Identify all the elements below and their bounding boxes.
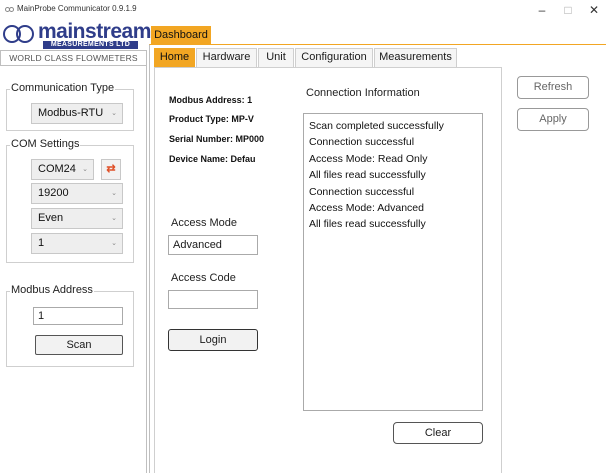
serial-number-info: Serial Number: MP000 bbox=[169, 134, 265, 144]
title-bar: MainProbe Communicator 0.9.1.9 – □ ✕ bbox=[0, 0, 606, 22]
chevron-down-icon: ⌄ bbox=[111, 190, 117, 197]
access-mode-label: Access Mode bbox=[171, 217, 238, 229]
connection-info-title: Connection Information bbox=[306, 87, 420, 99]
device-name-info: Device Name: Defau bbox=[169, 154, 256, 164]
log-line: Scan completed successfully bbox=[309, 120, 444, 132]
logo-rings-icon bbox=[3, 24, 37, 44]
modbus-address-info: Modbus Address: 1 bbox=[169, 95, 253, 105]
parity-value: Even bbox=[38, 212, 64, 224]
chevron-down-icon: ⌄ bbox=[111, 240, 117, 247]
minimize-button[interactable]: – bbox=[528, 0, 556, 22]
apply-button[interactable]: Apply bbox=[517, 108, 589, 131]
scan-button[interactable]: Scan bbox=[35, 335, 123, 355]
log-line: All files read successfully bbox=[309, 218, 426, 231]
close-button[interactable]: ✕ bbox=[580, 0, 606, 22]
modbus-address-label: Modbus Address bbox=[10, 284, 94, 296]
com-port-value: COM24 bbox=[38, 163, 76, 175]
stop-bits-value: 1 bbox=[38, 237, 45, 249]
log-line: Access Mode: Advanced bbox=[309, 202, 424, 215]
modbus-address-group bbox=[6, 291, 134, 367]
parity-select[interactable]: Even ⌄ bbox=[31, 208, 123, 229]
baud-rate-select[interactable]: 19200 ⌄ bbox=[31, 183, 123, 204]
tab-unit[interactable]: Unit bbox=[258, 48, 294, 67]
com-port-select[interactable]: COM24 ⌄ bbox=[31, 159, 94, 180]
communication-type-label: Communication Type bbox=[10, 82, 116, 94]
login-button[interactable]: Login bbox=[168, 329, 258, 351]
maximize-button[interactable]: □ bbox=[554, 0, 582, 22]
access-code-input[interactable] bbox=[168, 290, 258, 309]
product-type-info: Product Type: MP-V bbox=[169, 114, 254, 124]
chevron-down-icon: ⌄ bbox=[111, 215, 117, 222]
window-title: MainProbe Communicator 0.9.1.9 bbox=[17, 4, 137, 13]
refresh-ports-button[interactable]: ⇄ bbox=[101, 159, 121, 180]
clear-button[interactable]: Clear bbox=[393, 422, 483, 444]
logo-subtitle: MEASUREMENTS LTD bbox=[43, 41, 138, 49]
refresh-button[interactable]: Refresh bbox=[517, 76, 589, 99]
refresh-icon: ⇄ bbox=[106, 163, 116, 175]
stop-bits-select[interactable]: 1 ⌄ bbox=[31, 233, 123, 254]
access-code-label: Access Code bbox=[171, 272, 236, 284]
log-line: All files read successfully bbox=[309, 169, 426, 182]
tab-measurements[interactable]: Measurements bbox=[374, 48, 457, 67]
app-icon bbox=[5, 7, 14, 12]
chevron-down-icon: ⌄ bbox=[82, 166, 88, 173]
baud-rate-value: 19200 bbox=[38, 187, 69, 199]
tagline: WORLD CLASS FLOWMETERS bbox=[0, 50, 147, 66]
tab-configuration[interactable]: Configuration bbox=[295, 48, 373, 67]
connection-log: Scan completed successfully Connection s… bbox=[303, 113, 483, 411]
log-line: Connection successful bbox=[309, 136, 415, 149]
tab-dashboard[interactable]: Dashboard bbox=[151, 26, 211, 44]
logo-name: mainstream bbox=[38, 20, 151, 43]
com-settings-label: COM Settings bbox=[10, 138, 81, 150]
access-mode-field: Advanced bbox=[168, 235, 258, 255]
tab-home[interactable]: Home bbox=[154, 48, 195, 67]
log-line: Connection successful bbox=[309, 185, 415, 198]
communication-type-value: Modbus-RTU bbox=[38, 107, 104, 119]
communication-type-select[interactable]: Modbus-RTU ⌄ bbox=[31, 103, 123, 124]
log-line: Access Mode: Read Only bbox=[309, 152, 428, 165]
tab-hardware[interactable]: Hardware bbox=[196, 48, 257, 67]
chevron-down-icon: ⌄ bbox=[111, 110, 117, 117]
modbus-address-input[interactable]: 1 bbox=[33, 307, 123, 325]
